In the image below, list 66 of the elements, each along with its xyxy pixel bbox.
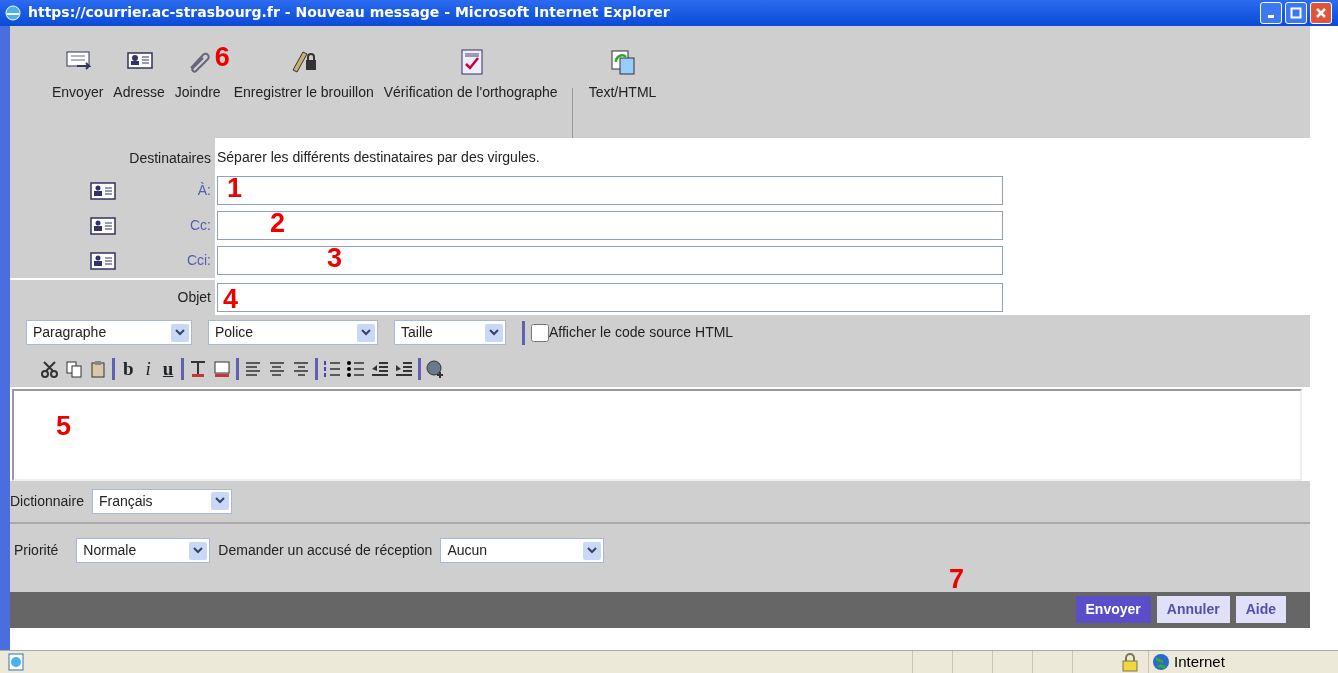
recipients-hint: Séparer les différents destinataires par des virgules.: [217, 147, 540, 167]
dictionary-label: Dictionnaire: [10, 491, 84, 511]
toolbar-button[interactable]: Adresse: [111, 47, 167, 103]
annotation-number: 6: [214, 43, 230, 71]
caret-icon: [210, 492, 229, 510]
format-dropdown[interactable]: Police: [208, 320, 378, 345]
annotation-number: 3: [327, 244, 343, 272]
clipboard-icon: [88, 359, 108, 380]
subject-label: Objet: [177, 287, 211, 307]
close-button[interactable]: [1310, 1, 1332, 24]
action-button[interactable]: Envoyer: [1075, 596, 1151, 623]
lock-icon: [1120, 651, 1140, 672]
toolbar-button[interactable]: Text/HTML: [586, 47, 659, 103]
toolbar-button[interactable]: Envoyer: [50, 47, 106, 103]
caret-icon: [171, 323, 189, 342]
receipt-dropdown[interactable]: Aucun: [440, 538, 605, 563]
caret-icon: [189, 541, 208, 560]
close-icon: [1315, 6, 1327, 19]
address-card-icon: [90, 251, 116, 270]
message-editor[interactable]: 5: [12, 388, 1302, 481]
numbered-list-icon: [322, 359, 343, 380]
toolbar-button[interactable]: Vérification de l'orthographe: [381, 47, 560, 103]
bullet-list-icon: [346, 359, 367, 380]
field-label: À:: [197, 180, 211, 200]
field-label: Cc:: [190, 215, 211, 235]
color-box-icon: [212, 359, 233, 380]
style-button[interactable]: b: [119, 359, 138, 378]
source-checkbox[interactable]: [531, 323, 549, 342]
toolbar-button[interactable]: Enregistrer le brouillon: [231, 47, 376, 103]
caret-icon: [485, 323, 503, 342]
style-button[interactable]: u: [158, 359, 178, 378]
annotation-number: 7: [948, 565, 964, 593]
format-dropdown[interactable]: Paragraphe: [26, 320, 192, 345]
copy-icon: [64, 359, 84, 380]
minimize-button[interactable]: [1260, 1, 1282, 24]
annotation-number: 1: [227, 174, 243, 202]
scissors-icon: [40, 359, 60, 380]
maximize-icon: [1290, 6, 1302, 19]
maximize-button[interactable]: [1285, 1, 1307, 24]
annotation-number: 5: [56, 412, 72, 440]
recipient-field[interactable]: [217, 175, 1003, 205]
address-card-icon: [90, 216, 116, 235]
style-button[interactable]: i: [141, 359, 155, 378]
action-button[interactable]: Annuler: [1156, 596, 1230, 623]
priority-label: Priorité: [14, 541, 59, 560]
internet-zone-button[interactable]: Internet: [1148, 650, 1338, 673]
receipt-label: Demander un accusé de réception: [218, 541, 433, 560]
checkbox-label: Afficher le code source HTML: [549, 323, 734, 342]
action-button[interactable]: Aide: [1235, 596, 1286, 623]
recipients-label: Destinataires: [129, 148, 211, 168]
caret-icon: [357, 323, 375, 342]
annotation-number: 2: [270, 209, 286, 237]
priority-dropdown[interactable]: Normale: [76, 538, 211, 563]
window-title: https://courrier.ac-strasbourg.fr - Nouveau message - Microsoft Internet Explorer: [28, 3, 671, 23]
caret-icon: [583, 541, 602, 560]
globe-plus-icon: [425, 359, 446, 380]
address-card-icon: [90, 181, 116, 200]
recipient-field[interactable]: [217, 245, 1003, 275]
globe-icon: [1152, 652, 1170, 671]
field-label: Cci:: [186, 250, 211, 270]
minimize-icon: [1268, 15, 1274, 19]
recipient-field[interactable]: [217, 210, 1003, 240]
dictionary-dropdown[interactable]: Français: [91, 488, 232, 514]
annotation-number: 4: [223, 285, 239, 313]
subject-field[interactable]: [217, 282, 1003, 312]
format-dropdown[interactable]: Taille: [394, 320, 506, 345]
